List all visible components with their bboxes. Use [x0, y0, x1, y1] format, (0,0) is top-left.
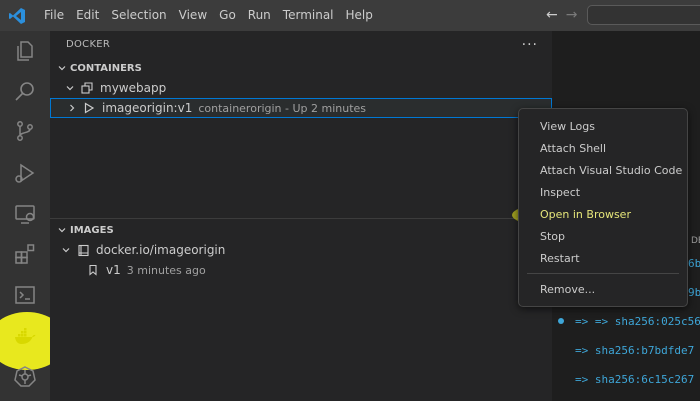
containers-empty-space — [50, 118, 552, 218]
menu-item-restart[interactable]: Restart — [519, 248, 687, 270]
menu-edit[interactable]: Edit — [70, 0, 105, 31]
container-name: imageorigin:v1 — [102, 101, 193, 115]
menu-item-view-logs[interactable]: View Logs — [519, 116, 687, 138]
chevron-right-icon — [64, 103, 80, 113]
image-tag-description: 3 minutes ago — [126, 263, 206, 277]
menu-separator — [527, 273, 679, 274]
menu-run[interactable]: Run — [242, 0, 277, 31]
containers-label: CONTAINERS — [70, 62, 142, 74]
menu-terminal[interactable]: Terminal — [277, 0, 340, 31]
docker-icon[interactable] — [0, 316, 50, 356]
navigation-arrows: ← → — [546, 8, 577, 22]
docker-sidebar: DOCKER ··· CONTAINERS mywebapp imageorig… — [50, 31, 552, 401]
menu-help[interactable]: Help — [340, 0, 379, 31]
kubernetes-icon[interactable] — [0, 357, 50, 397]
more-actions-icon[interactable]: ··· — [522, 37, 538, 53]
container-group-mywebapp[interactable]: mywebapp — [50, 78, 552, 98]
chevron-down-icon — [54, 63, 70, 73]
source-control-icon[interactable] — [0, 111, 50, 151]
terminal-header-fragment: DE — [691, 236, 700, 246]
search-icon[interactable] — [0, 71, 50, 111]
menu-item-attach-vscode[interactable]: Attach Visual Studio Code — [519, 160, 687, 182]
terminal-line: => sha256:b7bdfde7 — [575, 344, 695, 357]
image-repository-icon — [74, 244, 92, 257]
container-group-label: mywebapp — [100, 81, 167, 95]
containers-section-header[interactable]: CONTAINERS — [50, 58, 552, 78]
chevron-down-icon — [54, 225, 70, 235]
menu-bar: File Edit Selection View Go Run Terminal… — [38, 0, 379, 31]
sidebar-header: DOCKER ··· — [50, 31, 552, 58]
sidebar-title: DOCKER — [66, 39, 111, 50]
command-center-search[interactable] — [587, 5, 700, 25]
back-arrow-icon[interactable]: ← — [546, 8, 558, 22]
image-repo-name: docker.io/imageorigin — [96, 243, 226, 257]
menu-view[interactable]: View — [173, 0, 213, 31]
image-tag-name: v1 — [106, 263, 121, 277]
terminal-line: => sha256:6c15c267 — [575, 373, 695, 386]
title-bar: File Edit Selection View Go Run Terminal… — [0, 0, 700, 31]
tag-bookmark-icon — [84, 264, 102, 276]
forward-arrow-icon[interactable]: → — [566, 8, 578, 22]
chevron-down-icon — [62, 83, 78, 93]
remote-explorer-icon[interactable] — [0, 194, 50, 234]
menu-go[interactable]: Go — [213, 0, 242, 31]
image-tag-row[interactable]: v1 3 minutes ago — [50, 260, 552, 280]
running-container-icon — [80, 102, 98, 114]
activity-bar — [0, 31, 66, 401]
terminal-icon[interactable] — [0, 275, 50, 315]
menu-item-remove[interactable]: Remove... — [519, 279, 687, 301]
vscode-logo-icon — [0, 0, 34, 31]
menu-selection[interactable]: Selection — [105, 0, 172, 31]
chevron-down-icon — [58, 245, 74, 255]
menu-item-stop[interactable]: Stop — [519, 226, 687, 248]
image-repo-row[interactable]: docker.io/imageorigin — [50, 240, 552, 260]
images-separator — [50, 218, 552, 219]
container-description: containerorigin - Up 2 minutes — [198, 101, 367, 115]
images-label: IMAGES — [70, 224, 114, 236]
compose-group-icon — [78, 81, 96, 95]
menu-item-attach-shell[interactable]: Attach Shell — [519, 138, 687, 160]
context-menu: View Logs Attach Shell Attach Visual Stu… — [518, 108, 688, 307]
terminal-bullet-icon — [558, 318, 564, 324]
terminal-line: => => sha256:025c56f9 — [575, 315, 700, 328]
container-item-imageorigin[interactable]: imageorigin:v1 containerorigin - Up 2 mi… — [50, 98, 552, 118]
images-section-header[interactable]: IMAGES — [50, 220, 552, 240]
menu-file[interactable]: File — [38, 0, 70, 31]
extensions-icon[interactable] — [0, 234, 50, 274]
terminal-fragment: 9b — [688, 286, 700, 299]
explorer-icon[interactable] — [0, 31, 50, 71]
run-debug-icon[interactable] — [0, 153, 50, 193]
menu-item-open-in-browser[interactable]: Open in Browser — [519, 204, 687, 226]
menu-item-inspect[interactable]: Inspect — [519, 182, 687, 204]
terminal-fragment: 6b — [688, 257, 700, 270]
